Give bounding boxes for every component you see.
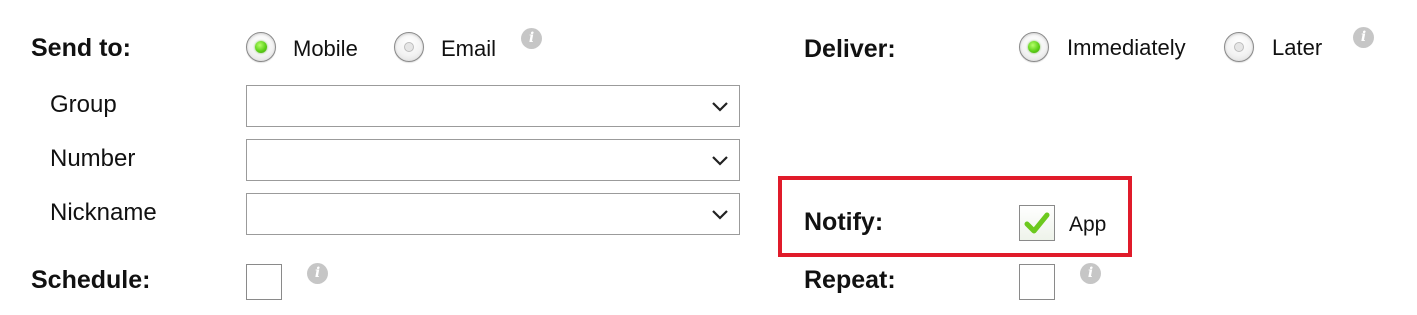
send-to-label: Send to: xyxy=(31,34,131,62)
deliver-label: Deliver: xyxy=(804,35,896,63)
chevron-down-icon xyxy=(712,102,728,112)
later-radio-label[interactable]: Later xyxy=(1272,34,1322,62)
schedule-checkbox[interactable] xyxy=(246,264,282,300)
repeat-info-icon[interactable]: i xyxy=(1080,263,1101,284)
later-radio[interactable] xyxy=(1224,32,1254,62)
chevron-down-icon xyxy=(712,210,728,220)
nickname-select[interactable] xyxy=(246,193,740,235)
notify-label: Notify: xyxy=(804,208,884,236)
immediately-radio-label[interactable]: Immediately xyxy=(1067,34,1186,62)
mobile-radio[interactable] xyxy=(246,32,276,62)
email-radio-label[interactable]: Email xyxy=(441,35,496,63)
schedule-info-icon[interactable]: i xyxy=(307,263,328,284)
number-select[interactable] xyxy=(246,139,740,181)
group-select[interactable] xyxy=(246,85,740,127)
repeat-checkbox[interactable] xyxy=(1019,264,1055,300)
immediately-radio[interactable] xyxy=(1019,32,1049,62)
radio-selected-dot xyxy=(1028,41,1040,53)
chevron-down-icon xyxy=(712,156,728,166)
radio-unselected-dot xyxy=(404,42,414,52)
mobile-radio-label[interactable]: Mobile xyxy=(293,35,358,63)
number-label: Number xyxy=(50,145,136,172)
group-label: Group xyxy=(50,91,117,118)
checkmark-icon xyxy=(1024,212,1050,234)
email-radio[interactable] xyxy=(394,32,424,62)
deliver-info-icon[interactable]: i xyxy=(1353,27,1374,48)
schedule-label: Schedule: xyxy=(31,266,151,294)
nickname-label: Nickname xyxy=(50,199,157,226)
send-to-info-icon[interactable]: i xyxy=(521,28,542,49)
notify-app-checkbox[interactable] xyxy=(1019,205,1055,241)
radio-unselected-dot xyxy=(1234,42,1244,52)
notify-app-label[interactable]: App xyxy=(1069,211,1106,239)
radio-selected-dot xyxy=(255,41,267,53)
repeat-label: Repeat: xyxy=(804,266,896,294)
